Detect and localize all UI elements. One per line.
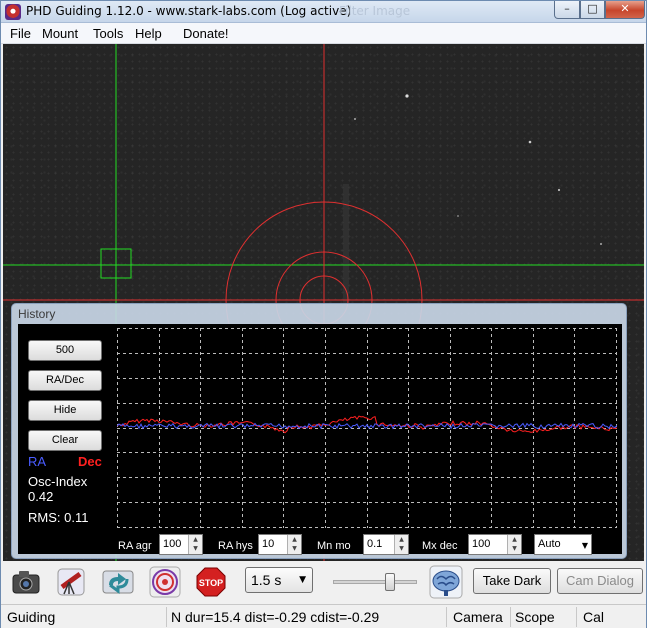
gamma-slider-track[interactable] [333, 580, 417, 584]
stop-icon[interactable]: STOP [194, 565, 228, 599]
star [354, 118, 356, 120]
ra-hysteresis-label: RA hys [218, 540, 253, 552]
guide-history-graph [117, 328, 617, 528]
legend-dec: Dec [78, 454, 102, 469]
spinner-arrows[interactable]: ▲ ▼ [394, 535, 408, 554]
min-motion-label: Mn mo [317, 540, 351, 552]
star [457, 215, 459, 217]
menu-help[interactable]: Help [135, 26, 162, 41]
star [600, 243, 602, 245]
history-title: History [18, 307, 56, 321]
status-mode: Guiding [3, 607, 167, 627]
spinner-arrows[interactable]: ▲ ▼ [188, 535, 202, 554]
ra-aggressiveness-spinner[interactable]: 100 ▲ ▼ [159, 534, 203, 555]
ra-aggressiveness-value[interactable]: 100 [163, 538, 181, 550]
menu-mount[interactable]: Mount [42, 26, 78, 41]
min-motion-value[interactable]: 0.1 [367, 538, 382, 550]
history-graph-area: 500 RA/Dec Hide Clear RA Dec Osc-Index 0… [18, 324, 622, 555]
exposure-duration-value[interactable]: 1.5 s [251, 572, 281, 588]
clear-button[interactable]: Clear [28, 430, 102, 451]
background-window-title: Filter Image [339, 4, 411, 18]
min-motion-spinner[interactable]: 0.1 ▲ ▼ [363, 534, 409, 555]
menu-bar: File Mount Tools Help Donate! [1, 23, 646, 44]
spinner-up-icon[interactable]: ▲ [508, 535, 521, 544]
close-button[interactable]: ✕ [605, 1, 645, 19]
spinner-arrows[interactable]: ▲ ▼ [507, 535, 521, 554]
star [557, 188, 561, 192]
rms-value: RMS: 0.11 [28, 510, 89, 525]
max-dec-spinner[interactable]: 100 ▲ ▼ [468, 534, 522, 555]
status-scope: Scope [511, 607, 577, 627]
spinner-down-icon[interactable]: ▼ [508, 544, 521, 553]
title-bar[interactable]: PHD Guiding 1.12.0 - www.stark-labs.com … [1, 1, 646, 23]
chevron-down-icon[interactable]: ▼ [299, 575, 306, 585]
spinner-up-icon[interactable]: ▲ [288, 535, 301, 544]
legend-ra: RA [28, 454, 47, 469]
gamma-slider-thumb[interactable] [385, 573, 395, 591]
phd-app-icon [5, 4, 21, 20]
loop-exposure-icon[interactable] [101, 565, 135, 599]
ra-dec-button[interactable]: RA/Dec [28, 370, 102, 391]
dec-mode-select[interactable]: Auto ▼ [534, 534, 592, 555]
spinner-down-icon[interactable]: ▼ [395, 544, 408, 553]
camera-connect-icon[interactable] [9, 565, 43, 599]
ra-hysteresis-spinner[interactable]: 10 ▲ ▼ [258, 534, 302, 555]
maximize-button[interactable]: □ [580, 1, 605, 19]
hide-button[interactable]: Hide [28, 400, 102, 421]
chevron-down-icon[interactable]: ▼ [582, 541, 588, 550]
minimize-button[interactable]: – [554, 1, 580, 19]
ra-hysteresis-value[interactable]: 10 [262, 538, 274, 550]
spinner-up-icon[interactable]: ▲ [189, 535, 202, 544]
spinner-down-icon[interactable]: ▼ [288, 544, 301, 553]
length-500-button[interactable]: 500 [28, 340, 102, 361]
max-dec-value[interactable]: 100 [472, 538, 490, 550]
history-panel: History 500 RA/Dec Hide Clear RA Dec Osc… [11, 303, 627, 559]
exposure-duration-select[interactable]: 1.5 s ▼ [245, 567, 313, 593]
spinner-down-icon[interactable]: ▼ [189, 544, 202, 553]
menu-donate[interactable]: Donate! [183, 26, 229, 41]
menu-tools[interactable]: Tools [93, 26, 123, 41]
status-camera: Camera [449, 607, 511, 627]
dec-mode-value[interactable]: Auto [538, 538, 561, 550]
take-dark-button[interactable]: Take Dark [473, 568, 551, 594]
status-guide-info: N dur=15.4 dist=-0.29 cdist=-0.29 [167, 607, 447, 627]
max-dec-label: Mx dec [422, 540, 458, 552]
spinner-arrows[interactable]: ▲ ▼ [287, 535, 301, 554]
menu-file[interactable]: File [10, 26, 31, 41]
ra-aggressiveness-label: RA agr [118, 540, 152, 552]
cam-dialog-button[interactable]: Cam Dialog [557, 568, 643, 594]
status-bar: Guiding N dur=15.4 dist=-0.29 cdist=-0.2… [1, 604, 646, 628]
window-title: PHD Guiding 1.12.0 - www.stark-labs.com … [26, 4, 352, 18]
brain-advanced-settings-icon[interactable] [429, 565, 463, 599]
svg-text:STOP: STOP [199, 578, 223, 588]
status-calibration: Cal [583, 609, 605, 625]
star [405, 94, 409, 98]
osc-index-value: 0.42 [28, 489, 54, 504]
guide-start-icon[interactable] [148, 565, 182, 599]
osc-index-label: Osc-Index [28, 474, 88, 489]
spinner-up-icon[interactable]: ▲ [395, 535, 408, 544]
telescope-connect-icon[interactable] [54, 565, 88, 599]
star [528, 140, 532, 144]
phd-guiding-window: PHD Guiding 1.12.0 - www.stark-labs.com … [0, 0, 647, 628]
